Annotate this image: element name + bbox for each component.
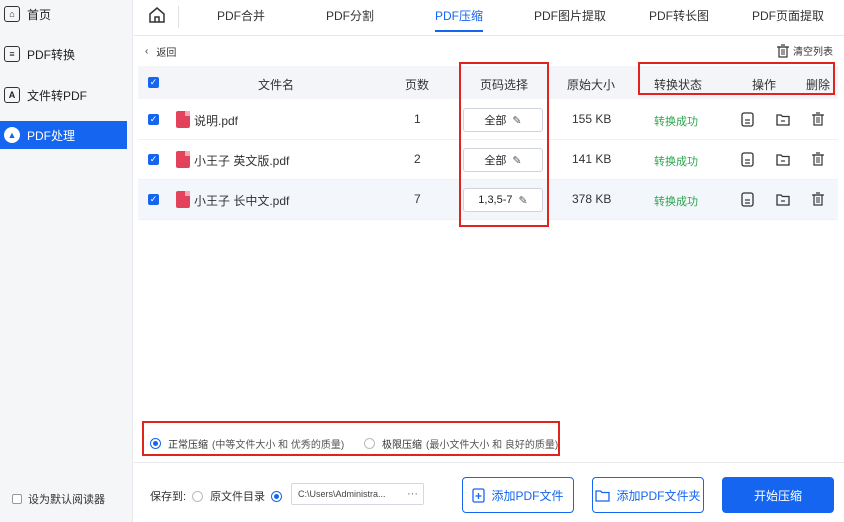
- header-original-size: 原始大小: [567, 78, 616, 92]
- save-original-dir-radio[interactable]: [192, 490, 204, 502]
- pdf-file-icon: [176, 151, 190, 168]
- save-to-label: 保存到:: [150, 491, 187, 503]
- document-icon[interactable]: [740, 151, 754, 167]
- status-text: 转换成功: [654, 196, 698, 208]
- folder-icon[interactable]: [776, 191, 790, 207]
- sidebar-item-label: PDF转换: [27, 47, 76, 62]
- default-reader-label: 设为默认阅读器: [28, 494, 105, 506]
- compression-normal-option[interactable]: 正常压缩 (中等文件大小 和 优秀的质量): [150, 436, 344, 451]
- annotation-box-page-select: [459, 62, 549, 227]
- sidebar-item-pdf-convert[interactable]: ≡ PDF转换: [0, 40, 127, 68]
- default-reader-checkbox[interactable]: [12, 494, 22, 504]
- select-all-checkbox[interactable]: ✓: [148, 77, 159, 88]
- start-compress-button[interactable]: 开始压缩: [722, 477, 834, 513]
- compression-extreme-radio[interactable]: [364, 438, 375, 449]
- folder-icon[interactable]: [776, 111, 790, 127]
- document-icon[interactable]: [740, 191, 754, 207]
- compression-extreme-label: 极限压缩: [382, 440, 422, 451]
- page-count: 7: [414, 192, 421, 206]
- save-path-value: C:\Users\Administra...: [298, 489, 386, 499]
- file-to-pdf-icon: A: [4, 87, 20, 103]
- home-button[interactable]: [146, 4, 168, 26]
- compression-normal-radio[interactable]: [150, 438, 161, 449]
- compression-normal-desc: (中等文件大小 和 优秀的质量): [212, 440, 345, 451]
- convert-icon: ≡: [4, 46, 20, 62]
- trash-icon[interactable]: [811, 151, 825, 167]
- sidebar-item-pdf-process[interactable]: ▲ PDF处理: [0, 121, 127, 149]
- bottom-divider: [134, 462, 844, 463]
- original-size: 378 KB: [572, 192, 612, 206]
- pdf-process-icon: ▲: [4, 127, 20, 143]
- trash-icon[interactable]: [811, 191, 825, 207]
- header-pages: 页数: [405, 78, 430, 92]
- tab-pdf-image-extract[interactable]: PDF图片提取: [534, 7, 606, 24]
- sidebar: ⌂ 首页 ≡ PDF转换 A 文件转PDF ▲ PDF处理 设为默认阅读器: [0, 0, 133, 522]
- file-name: 说明.pdf: [194, 114, 239, 128]
- chevron-left-icon: ‹: [145, 46, 149, 57]
- clear-list-button[interactable]: 清空列表: [777, 43, 833, 58]
- original-size: 141 KB: [572, 152, 612, 166]
- sidebar-item-label: 首页: [27, 7, 52, 22]
- tab-pdf-page-extract[interactable]: PDF页面提取: [752, 7, 824, 24]
- annotation-box-status-actions: [638, 62, 835, 95]
- default-reader-option[interactable]: 设为默认阅读器: [12, 491, 105, 507]
- compression-extreme-option[interactable]: 极限压缩 (最小文件大小 和 良好的质量): [364, 436, 558, 451]
- page-count: 1: [414, 112, 421, 126]
- tab-bar: PDF合并 PDF分割 PDF压缩 PDF图片提取 PDF转长图 PDF页面提取: [134, 0, 844, 36]
- tab-separator: [178, 6, 179, 28]
- add-pdf-folder-label: 添加PDF文件夹: [616, 488, 701, 503]
- trash-icon[interactable]: [811, 111, 825, 127]
- save-path-field[interactable]: C:\Users\Administra... ···: [291, 483, 424, 505]
- file-name: 小王子 英文版.pdf: [194, 154, 290, 168]
- status-text: 转换成功: [654, 156, 698, 168]
- tab-pdf-long-image[interactable]: PDF转长图: [649, 7, 709, 24]
- add-file-icon: [472, 487, 486, 503]
- add-pdf-file-button[interactable]: 添加PDF文件: [462, 477, 574, 513]
- back-label: 返回: [156, 48, 177, 59]
- folder-icon[interactable]: [776, 151, 790, 167]
- home-icon: ⌂: [4, 6, 20, 22]
- sidebar-item-file-to-pdf[interactable]: A 文件转PDF: [0, 81, 127, 109]
- browse-dots-button[interactable]: ···: [407, 484, 418, 504]
- sidebar-item-label: PDF处理: [27, 128, 76, 143]
- row-checkbox[interactable]: ✓: [148, 114, 159, 125]
- tab-pdf-split[interactable]: PDF分割: [326, 7, 374, 24]
- row-checkbox[interactable]: ✓: [148, 154, 159, 165]
- header-filename: 文件名: [258, 78, 295, 92]
- tab-pdf-compress[interactable]: PDF压缩: [435, 7, 484, 32]
- folder-icon: [595, 489, 611, 502]
- pdf-file-icon: [176, 191, 190, 208]
- save-custom-dir-radio[interactable]: [271, 490, 283, 502]
- sidebar-item-home[interactable]: ⌂ 首页: [0, 0, 127, 28]
- original-size: 155 KB: [572, 112, 612, 126]
- row-checkbox[interactable]: ✓: [148, 194, 159, 205]
- save-to-group: 保存到: 原文件目录: [150, 488, 289, 504]
- save-original-dir-label: 原文件目录: [210, 491, 266, 503]
- pdf-file-icon: [176, 111, 190, 128]
- tab-pdf-merge[interactable]: PDF合并: [217, 7, 265, 24]
- trash-icon: [777, 43, 789, 58]
- sidebar-item-label: 文件转PDF: [27, 88, 88, 103]
- back-button[interactable]: ‹ 返回: [145, 44, 176, 59]
- add-pdf-folder-button[interactable]: 添加PDF文件夹: [592, 477, 704, 513]
- add-pdf-file-label: 添加PDF文件: [491, 488, 564, 503]
- document-icon[interactable]: [740, 111, 754, 127]
- clear-list-label: 清空列表: [793, 47, 833, 58]
- compression-extreme-desc: (最小文件大小 和 良好的质量): [426, 440, 559, 451]
- home-icon: [149, 7, 165, 23]
- page-count: 2: [414, 152, 421, 166]
- compression-normal-label: 正常压缩: [168, 440, 208, 451]
- status-text: 转换成功: [654, 116, 698, 128]
- file-name: 小王子 长中文.pdf: [194, 194, 290, 208]
